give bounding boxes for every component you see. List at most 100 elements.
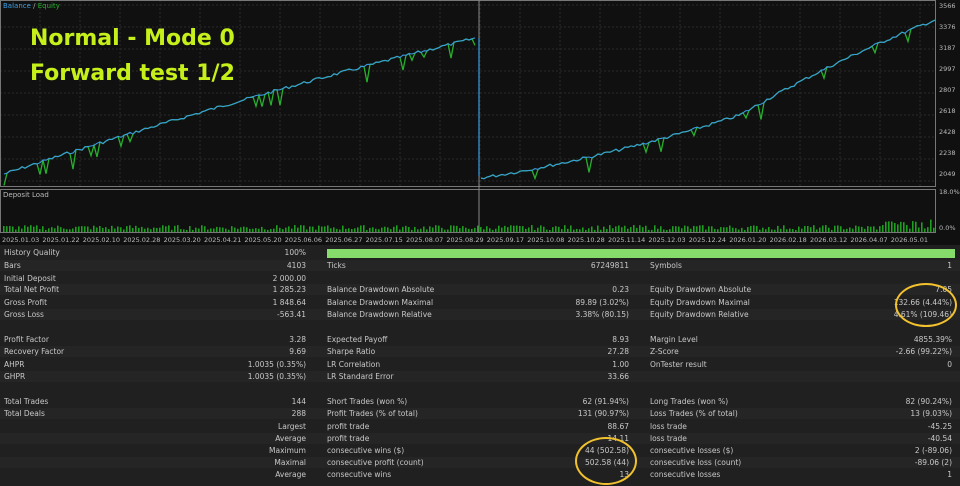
maximal-loss-label: consecutive loss (count) xyxy=(650,458,742,467)
deposit-load-bar xyxy=(450,225,452,232)
deposit-load-bar xyxy=(510,225,512,232)
deposit-load-bar xyxy=(708,226,710,232)
deposit-load-bar xyxy=(147,227,149,232)
deposit-load-bar xyxy=(903,222,905,232)
deposit-load-bar xyxy=(873,226,875,232)
x-axis-tick-label: 2025.01.22 xyxy=(42,236,80,244)
report-row: Average profit trade 14.11 loss trade -4… xyxy=(0,433,960,444)
deposit-load-bar xyxy=(786,229,788,232)
deposit-load-bar xyxy=(228,229,230,232)
deposit-load-bar xyxy=(435,225,437,232)
deposit-load-bar xyxy=(714,228,716,232)
deposit-load-bar xyxy=(564,225,566,232)
x-axis-tick-label: 2025.05.20 xyxy=(244,236,282,244)
expected-payoff-value: 8.93 xyxy=(612,335,629,344)
deposit-load-bar xyxy=(366,229,368,232)
deposit-load-bar xyxy=(756,225,758,232)
x-axis-tick-label: 2025.10.28 xyxy=(567,236,605,244)
ontester-value: 0 xyxy=(947,360,952,369)
deposit-load-bar xyxy=(567,228,569,232)
deposit-load-bar xyxy=(576,228,578,232)
loss-trades-label: Loss Trades (% of total) xyxy=(650,409,738,418)
legend-separator: / xyxy=(33,2,36,10)
deposit-load-bar xyxy=(267,229,269,232)
deposit-load-bar xyxy=(378,229,380,232)
deposit-load-bar xyxy=(159,227,161,232)
deposit-load-bar xyxy=(615,226,617,232)
x-axis-tick-label: 2025.04.21 xyxy=(204,236,242,244)
deposit-load-bar xyxy=(375,228,377,232)
deposit-load-bar xyxy=(840,226,842,232)
deposit-load-bar xyxy=(54,228,56,232)
deposit-load-bar xyxy=(84,226,86,232)
deposit-load-bar xyxy=(588,228,590,232)
deposit-load-bar xyxy=(696,226,698,232)
ghpr-label: GHPR xyxy=(4,372,26,381)
deposit-load-bar xyxy=(612,228,614,232)
deposit-load-bar xyxy=(237,228,239,232)
deposit-load-bar xyxy=(540,225,542,232)
deposit-load-bar xyxy=(720,227,722,232)
deposit-load-bar xyxy=(120,227,122,232)
deposit-load-bar xyxy=(81,226,83,232)
deposit-load-bar xyxy=(633,225,635,232)
deposit-load-bar xyxy=(486,226,488,232)
profit-factor-value: 3.28 xyxy=(289,335,306,344)
deposit-load-bar xyxy=(351,229,353,232)
profit-factor-label: Profit Factor xyxy=(4,335,49,344)
deposit-load-bar xyxy=(504,225,506,232)
deposit-load-bar xyxy=(894,222,896,232)
deposit-load-bar xyxy=(123,229,125,232)
deposit-load-bar xyxy=(117,226,119,232)
deposit-load-bar xyxy=(468,228,470,232)
deposit-load-bar xyxy=(444,229,446,232)
largest-label: Largest xyxy=(278,422,306,431)
deposit-load-bar xyxy=(279,227,281,232)
deposit-load-bar xyxy=(246,227,248,232)
deposit-load-bar xyxy=(885,221,887,232)
deposit-load-bar xyxy=(405,225,407,232)
deposit-load-bar xyxy=(927,227,929,232)
report-row: Total Deals 288 Profit Trades (% of tota… xyxy=(0,408,960,419)
overlay-title-mode: Normal - Mode 0 xyxy=(30,26,235,51)
report-row: GHPR 1.0035 (0.35%) LR Standard Error 33… xyxy=(0,371,960,382)
deposit-load-bar xyxy=(594,229,596,232)
y-axis-tick-label: 2997 xyxy=(939,65,956,73)
deposit-load-bar xyxy=(234,227,236,232)
deposit-load-bar xyxy=(804,225,806,232)
deposit-load-bar xyxy=(60,227,62,232)
deposit-load-bar xyxy=(69,229,71,232)
x-axis-tick-label: 2025.12.24 xyxy=(688,236,727,244)
deposit-load-bar xyxy=(393,226,395,232)
deposit-load-bar xyxy=(636,227,638,232)
deposit-load-bar xyxy=(753,225,755,232)
deposit-load-bar xyxy=(429,226,431,232)
deposit-load-max-label: 18.0% xyxy=(939,188,960,196)
deposit-load-bar xyxy=(795,229,797,232)
deposit-load-bar xyxy=(471,228,473,232)
deposit-load-bar xyxy=(33,226,35,232)
deposit-load-bar xyxy=(423,226,425,232)
total-deals-value: 288 xyxy=(291,409,306,418)
deposit-load-bar xyxy=(150,229,152,232)
deposit-load-bar xyxy=(882,225,884,232)
deposit-load-bar xyxy=(336,228,338,232)
deposit-load-bar xyxy=(303,225,305,232)
x-axis-tick-label: 2025.11.14 xyxy=(608,236,646,244)
deposit-load-bar xyxy=(717,229,719,232)
deposit-load-bar xyxy=(765,229,767,232)
report-row: Initial Deposit 2 000.00 xyxy=(0,273,960,284)
x-axis-tick-label: 2025.01.03 xyxy=(2,236,40,244)
total-deals-label: Total Deals xyxy=(4,409,45,418)
deposit-load-bar xyxy=(549,229,551,232)
deposit-load-bar xyxy=(558,226,560,232)
deposit-load-bar xyxy=(909,228,911,232)
deposit-load-bar xyxy=(516,225,518,232)
deposit-load-bar xyxy=(684,225,686,232)
deposit-load-bar xyxy=(102,227,104,232)
deposit-load-bar xyxy=(843,229,845,232)
deposit-load-min-label: 0.0% xyxy=(939,224,956,232)
deposit-load-bar xyxy=(834,225,836,232)
deposit-load-bar xyxy=(408,226,410,232)
deposit-load-bar xyxy=(372,227,374,232)
